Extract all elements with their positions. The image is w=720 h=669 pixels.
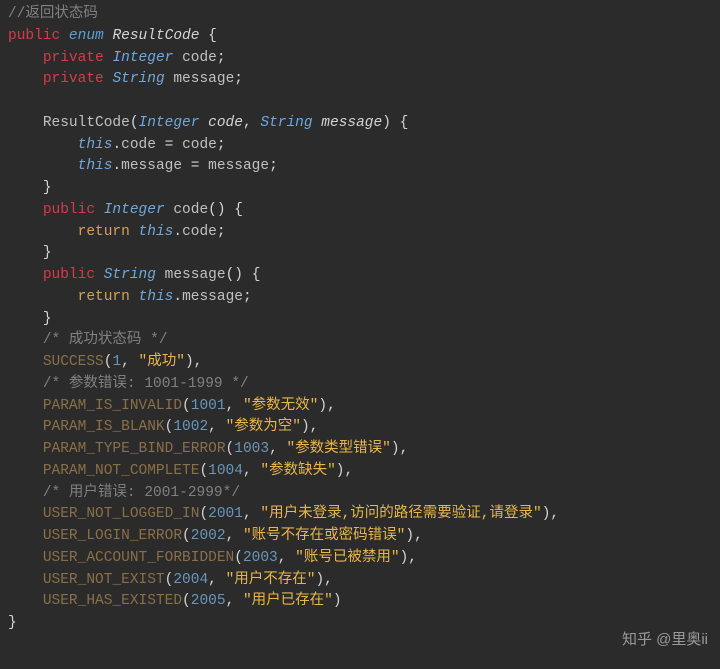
keyword-public: public bbox=[8, 28, 60, 44]
keyword-return: return bbox=[78, 224, 130, 240]
str: "参数为空" bbox=[226, 419, 301, 435]
num: 1002 bbox=[173, 419, 208, 435]
enum-USER_ACCOUNT_FORBIDDEN: USER_ACCOUNT_FORBIDDEN bbox=[43, 550, 234, 566]
field-code: code bbox=[182, 224, 217, 240]
num: 2003 bbox=[243, 550, 278, 566]
num: 1003 bbox=[234, 441, 269, 457]
type-string: String bbox=[260, 115, 312, 131]
keyword-enum: enum bbox=[69, 28, 104, 44]
keyword-this: this bbox=[78, 137, 113, 153]
enum-PARAM_IS_INVALID: PARAM_IS_INVALID bbox=[43, 398, 182, 414]
keyword-this: this bbox=[139, 224, 174, 240]
num: 1004 bbox=[208, 463, 243, 479]
type-integer: Integer bbox=[104, 202, 165, 218]
enum-SUCCESS: SUCCESS bbox=[43, 354, 104, 370]
type-integer: Integer bbox=[139, 115, 200, 131]
num: 1 bbox=[112, 354, 121, 370]
num: 1001 bbox=[191, 398, 226, 414]
comment-user: /* 用户错误: 2001-2999*/ bbox=[43, 485, 240, 501]
enum-USER_NOT_EXIST: USER_NOT_EXIST bbox=[43, 572, 165, 588]
class-name: ResultCode bbox=[112, 28, 199, 44]
keyword-private: private bbox=[43, 50, 104, 66]
str: "成功" bbox=[139, 354, 185, 370]
field-code: code bbox=[121, 137, 156, 153]
param-message: message bbox=[321, 115, 382, 131]
str: "参数无效" bbox=[243, 398, 318, 414]
watermark: 知乎 @里奥ii bbox=[622, 629, 708, 652]
enum-PARAM_IS_BLANK: PARAM_IS_BLANK bbox=[43, 419, 165, 435]
str: "账号不存在或密码错误" bbox=[243, 528, 405, 544]
type-integer: Integer bbox=[112, 50, 173, 66]
type-string: String bbox=[112, 71, 164, 87]
str: "账号已被禁用" bbox=[295, 550, 399, 566]
method-message: message bbox=[165, 267, 226, 283]
keyword-private: private bbox=[43, 71, 104, 87]
param-code: code bbox=[182, 137, 217, 153]
enum-USER_HAS_EXISTED: USER_HAS_EXISTED bbox=[43, 593, 182, 609]
num: 2005 bbox=[191, 593, 226, 609]
keyword-public: public bbox=[43, 202, 95, 218]
field-message: message bbox=[121, 158, 182, 174]
constructor: ResultCode bbox=[43, 115, 130, 131]
enum-USER_LOGIN_ERROR: USER_LOGIN_ERROR bbox=[43, 528, 182, 544]
num: 2002 bbox=[191, 528, 226, 544]
enum-PARAM_TYPE_BIND_ERROR: PARAM_TYPE_BIND_ERROR bbox=[43, 441, 226, 457]
str: "用户已存在" bbox=[243, 593, 333, 609]
comment-success: /* 成功状态码 */ bbox=[43, 332, 168, 348]
code-block: //返回状态码 public enum ResultCode { private… bbox=[0, 0, 720, 639]
num: 2004 bbox=[173, 572, 208, 588]
field-message: message bbox=[173, 71, 234, 87]
comment-line: //返回状态码 bbox=[8, 6, 98, 22]
keyword-public: public bbox=[43, 267, 95, 283]
num: 2001 bbox=[208, 506, 243, 522]
param-code: code bbox=[208, 115, 243, 131]
field-message: message bbox=[182, 289, 243, 305]
keyword-this: this bbox=[139, 289, 174, 305]
comment-param: /* 参数错误: 1001-1999 */ bbox=[43, 376, 249, 392]
type-string: String bbox=[104, 267, 156, 283]
str: "参数缺失" bbox=[260, 463, 335, 479]
method-code: code bbox=[173, 202, 208, 218]
field-code: code bbox=[182, 50, 217, 66]
str: "用户不存在" bbox=[226, 572, 316, 588]
str: "参数类型错误" bbox=[286, 441, 390, 457]
keyword-return: return bbox=[78, 289, 130, 305]
enum-USER_NOT_LOGGED_IN: USER_NOT_LOGGED_IN bbox=[43, 506, 200, 522]
param-message: message bbox=[208, 158, 269, 174]
keyword-this: this bbox=[78, 158, 113, 174]
str: "用户未登录,访问的路径需要验证,请登录" bbox=[260, 506, 541, 522]
enum-PARAM_NOT_COMPLETE: PARAM_NOT_COMPLETE bbox=[43, 463, 200, 479]
